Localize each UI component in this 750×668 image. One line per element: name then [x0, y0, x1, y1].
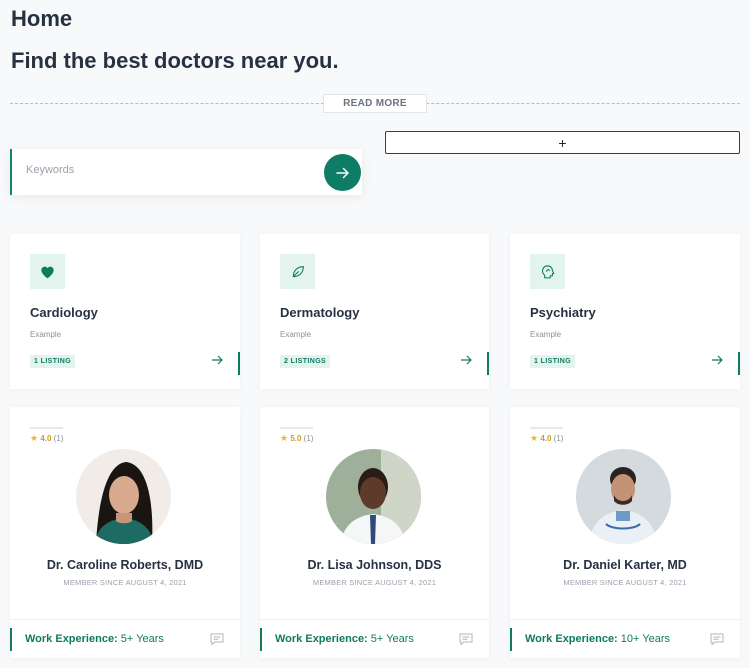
- category-name: Dermatology: [280, 305, 360, 320]
- category-card-dermatology[interactable]: Dermatology Example 2 LISTINGS: [260, 234, 489, 389]
- rating-score: 4.0: [540, 434, 552, 443]
- search-input[interactable]: [26, 164, 306, 176]
- arrow-right-icon[interactable]: [460, 355, 473, 365]
- leaf-icon: [292, 265, 304, 277]
- work-experience: Work Experience: 5+ Years: [25, 633, 164, 645]
- avatar: [76, 449, 171, 544]
- category-icon-box: [530, 254, 565, 289]
- arrow-right-icon[interactable]: [711, 355, 724, 365]
- chat-icon[interactable]: [459, 633, 473, 645]
- category-icon-box: [30, 254, 65, 289]
- footer-accent: [260, 628, 262, 651]
- chat-icon[interactable]: [210, 633, 224, 645]
- doctor-card[interactable]: ★ 4.0 (1) Dr. Daniel Karter, MD MEMBER S…: [510, 407, 740, 658]
- review-count: (1): [303, 434, 314, 443]
- rating-score: 5.0: [290, 434, 302, 443]
- chat-icon[interactable]: [710, 633, 724, 645]
- card-accent: [238, 352, 240, 375]
- card-accent: [738, 352, 740, 375]
- hero-title: Find the best doctors near you.: [11, 48, 339, 73]
- footer-accent: [510, 628, 512, 651]
- doctor-card-footer: Work Experience: 10+ Years: [510, 619, 740, 658]
- review-count: (1): [53, 434, 64, 443]
- listing-count-badge: 2 LISTINGS: [280, 355, 331, 368]
- listing-count-badge: 1 LISTING: [530, 355, 576, 368]
- experience-value: 5+ Years: [120, 633, 164, 645]
- review-count: (1): [553, 434, 564, 443]
- add-button[interactable]: +: [385, 131, 740, 154]
- arrow-right-icon[interactable]: [211, 355, 224, 365]
- experience-value: 10+ Years: [620, 633, 671, 645]
- listing-count-badge: 1 LISTING: [30, 355, 76, 368]
- member-since: MEMBER SINCE AUGUST 4, 2021: [563, 578, 687, 587]
- avatar: [326, 449, 421, 544]
- experience-label: Work Experience:: [25, 633, 118, 645]
- rating-bar: [280, 427, 313, 429]
- rating: ★ 5.0 (1): [280, 433, 313, 444]
- category-name: Psychiatry: [530, 305, 596, 320]
- search-submit-button[interactable]: [324, 154, 361, 191]
- category-subtitle: Example: [530, 330, 562, 339]
- heart-icon: [41, 266, 54, 279]
- category-card-cardiology[interactable]: Cardiology Example 1 LISTING: [10, 234, 240, 389]
- experience-value: 5+ Years: [370, 633, 414, 645]
- category-name: Cardiology: [30, 305, 98, 320]
- read-more-button[interactable]: READ MORE: [323, 94, 427, 113]
- experience-label: Work Experience:: [275, 633, 368, 645]
- member-since: MEMBER SINCE AUGUST 4, 2021: [312, 578, 437, 587]
- doctor-name[interactable]: Dr. Daniel Karter, MD: [510, 558, 740, 572]
- experience-label: Work Experience:: [525, 633, 618, 645]
- doctor-card-footer: Work Experience: 5+ Years: [260, 619, 489, 658]
- page-title: Home: [11, 6, 73, 31]
- search-box: [10, 149, 362, 195]
- avatar: [576, 449, 671, 544]
- category-subtitle: Example: [280, 330, 312, 339]
- category-subtitle: Example: [30, 330, 62, 339]
- category-icon-box: [280, 254, 315, 289]
- star-icon: ★: [30, 433, 39, 443]
- doctor-card-footer: Work Experience: 5+ Years: [10, 619, 240, 658]
- rating: ★ 4.0 (1): [30, 433, 63, 444]
- rating: ★ 4.0 (1): [530, 433, 563, 444]
- rating-bar: [530, 427, 563, 429]
- member-since: MEMBER SINCE AUGUST 4, 2021: [63, 578, 187, 587]
- footer-accent: [10, 628, 12, 651]
- work-experience: Work Experience: 5+ Years: [275, 633, 414, 645]
- arrow-right-icon: [335, 167, 349, 178]
- star-icon: ★: [280, 433, 289, 443]
- doctor-name[interactable]: Dr. Caroline Roberts, DMD: [10, 558, 240, 572]
- star-icon: ★: [530, 433, 539, 443]
- doctor-name[interactable]: Dr. Lisa Johnson, DDS: [260, 558, 489, 572]
- doctor-card[interactable]: ★ 4.0 (1) Dr. Caroline Roberts, DMD MEMB…: [10, 407, 240, 658]
- head-icon: [542, 265, 555, 279]
- rating-score: 4.0: [40, 434, 52, 443]
- rating-bar: [30, 427, 63, 429]
- doctor-card[interactable]: ★ 5.0 (1) Dr. Lisa Johnson, DDS MEMBER S…: [260, 407, 489, 658]
- card-accent: [487, 352, 489, 375]
- work-experience: Work Experience: 10+ Years: [525, 633, 670, 645]
- category-card-psychiatry[interactable]: Psychiatry Example 1 LISTING: [510, 234, 740, 389]
